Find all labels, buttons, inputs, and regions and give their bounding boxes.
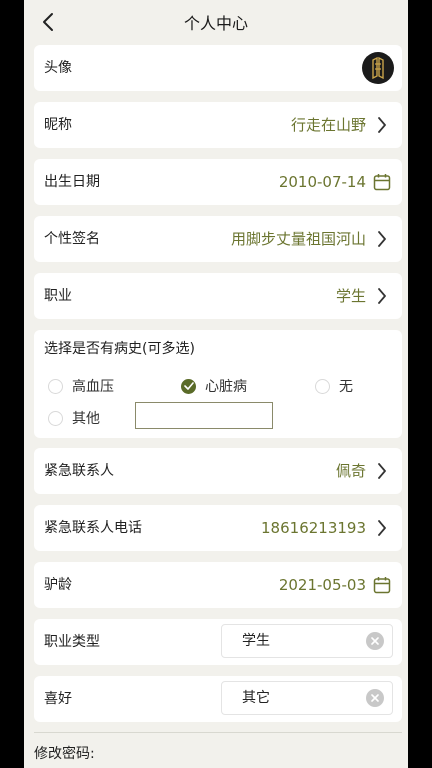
change-password-label: 修改密码: — [34, 746, 95, 762]
radio-unchecked-icon — [48, 410, 63, 426]
radio-unchecked-icon — [48, 378, 63, 394]
profile-screen: 个人中心 头像 昵称 行走在山野 出生日期 2010-07-14 个性签名 用脚… — [24, 0, 408, 768]
radio-unchecked-icon — [315, 378, 330, 394]
option-label: 无 — [339, 379, 353, 395]
emergency-phone-label: 紧急联系人电话 — [44, 520, 142, 536]
emergency-contact-row[interactable]: 紧急联系人 佩奇 — [34, 448, 402, 494]
occupation-type-row: 职业类型 学生 — [34, 619, 402, 665]
riding-age-value: 2021-05-03 — [278, 576, 366, 594]
avatar[interactable] — [362, 52, 394, 84]
divider — [34, 732, 402, 733]
clear-icon[interactable] — [366, 689, 384, 707]
chevron-left-icon — [43, 13, 53, 31]
signature-row[interactable]: 个性签名 用脚步丈量祖国河山 — [34, 216, 402, 262]
riding-age-label: 驴龄 — [44, 577, 72, 593]
hobby-select[interactable]: 其它 — [221, 681, 393, 715]
chevron-right-icon — [372, 518, 392, 538]
option-none[interactable]: 无 — [315, 376, 353, 396]
calendar-icon[interactable] — [372, 172, 392, 192]
chevron-right-icon — [372, 229, 392, 249]
birthdate-label: 出生日期 — [44, 174, 100, 190]
emergency-contact-label: 紧急联系人 — [44, 463, 114, 479]
nickname-row[interactable]: 昵称 行走在山野 — [34, 102, 402, 148]
calendar-icon[interactable] — [372, 575, 392, 595]
nickname-label: 昵称 — [44, 117, 72, 133]
top-bar: 个人中心 — [24, 0, 408, 44]
avatar-label: 头像 — [44, 60, 72, 76]
option-label: 高血压 — [72, 379, 114, 395]
occupation-type-label: 职业类型 — [44, 634, 100, 650]
option-label: 心脏病 — [205, 379, 247, 395]
emergency-phone-row[interactable]: 紧急联系人电话 18616213193 — [34, 505, 402, 551]
birthdate-value: 2010-07-14 — [278, 173, 366, 191]
signature-value: 用脚步丈量祖国河山 — [230, 230, 366, 248]
other-history-input[interactable] — [135, 402, 273, 429]
occupation-value: 学生 — [335, 287, 366, 305]
riding-age-row[interactable]: 驴龄 2021-05-03 — [34, 562, 402, 608]
avatar-row[interactable]: 头像 — [34, 45, 402, 91]
chevron-right-icon — [372, 461, 392, 481]
option-heart-disease[interactable]: 心脏病 — [181, 376, 247, 396]
avatar-logo-icon — [372, 56, 384, 80]
chevron-right-icon — [372, 286, 392, 306]
chevron-right-icon — [372, 115, 392, 135]
emergency-contact-value: 佩奇 — [335, 462, 366, 480]
option-hypertension[interactable]: 高血压 — [48, 376, 114, 396]
hobby-row: 喜好 其它 — [34, 676, 402, 722]
occupation-type-value: 学生 — [242, 633, 270, 649]
occupation-row[interactable]: 职业 学生 — [34, 273, 402, 319]
hobby-value: 其它 — [242, 690, 270, 706]
back-button[interactable] — [34, 8, 62, 36]
clear-icon[interactable] — [366, 632, 384, 650]
medical-history-card: 选择是否有病史(可多选) 高血压 心脏病 无 其他 — [34, 330, 402, 438]
signature-label: 个性签名 — [44, 231, 100, 247]
occupation-label: 职业 — [44, 288, 72, 304]
option-label: 其他 — [72, 411, 100, 427]
page-title: 个人中心 — [183, 14, 248, 33]
birthdate-row[interactable]: 出生日期 2010-07-14 — [34, 159, 402, 205]
emergency-phone-value: 18616213193 — [261, 519, 366, 537]
hobby-label: 喜好 — [44, 691, 72, 707]
check-circle-icon — [181, 378, 196, 394]
occupation-type-select[interactable]: 学生 — [221, 624, 393, 658]
nickname-value: 行走在山野 — [290, 116, 366, 134]
medical-history-title: 选择是否有病史(可多选) — [44, 341, 195, 357]
option-other[interactable]: 其他 — [48, 408, 100, 428]
